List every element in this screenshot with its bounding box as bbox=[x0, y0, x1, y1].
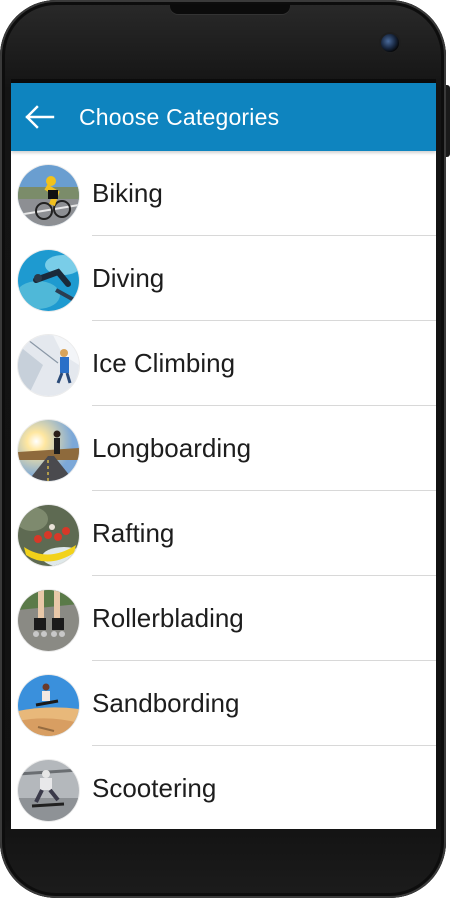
list-item[interactable]: Longboarding bbox=[11, 406, 436, 491]
category-list: Biking Diving Ice Climbing Longboarding … bbox=[11, 151, 436, 829]
back-button[interactable] bbox=[11, 83, 69, 151]
arrow-left-icon bbox=[25, 105, 55, 129]
phone-frame: Choose Categories Biking Diving Ice Clim… bbox=[0, 0, 450, 898]
rollerblading-photo bbox=[18, 590, 79, 651]
speaker-grille bbox=[170, 4, 290, 14]
list-item[interactable]: Rollerblading bbox=[11, 576, 436, 661]
app-bar-title: Choose Categories bbox=[79, 103, 280, 130]
scootering-photo bbox=[18, 760, 79, 821]
list-item[interactable]: Ice Climbing bbox=[11, 321, 436, 406]
category-label: Scootering bbox=[92, 773, 217, 803]
front-camera bbox=[381, 34, 399, 52]
rafting-photo bbox=[18, 505, 79, 566]
ice-climbing-photo bbox=[18, 335, 79, 396]
diving-photo bbox=[18, 250, 79, 311]
list-item[interactable]: Sandbording bbox=[11, 661, 436, 746]
category-label: Biking bbox=[92, 178, 163, 208]
category-label: Rafting bbox=[92, 518, 175, 548]
app-bar: Choose Categories bbox=[11, 83, 436, 151]
list-item[interactable]: Diving bbox=[11, 236, 436, 321]
list-item[interactable]: Biking bbox=[11, 151, 436, 236]
list-item[interactable]: Rafting bbox=[11, 491, 436, 576]
category-label: Sandbording bbox=[92, 688, 240, 718]
power-button[interactable] bbox=[446, 85, 450, 157]
category-label: Ice Climbing bbox=[92, 348, 236, 378]
list-item[interactable]: Scootering bbox=[11, 746, 436, 829]
biking-photo bbox=[18, 165, 79, 226]
screen: Choose Categories Biking Diving Ice Clim… bbox=[11, 79, 436, 829]
category-label: Rollerblading bbox=[92, 603, 244, 633]
longboarding-photo bbox=[18, 420, 79, 481]
category-label: Longboarding bbox=[92, 433, 252, 463]
category-label: Diving bbox=[92, 263, 165, 293]
sandboarding-photo bbox=[18, 675, 79, 736]
